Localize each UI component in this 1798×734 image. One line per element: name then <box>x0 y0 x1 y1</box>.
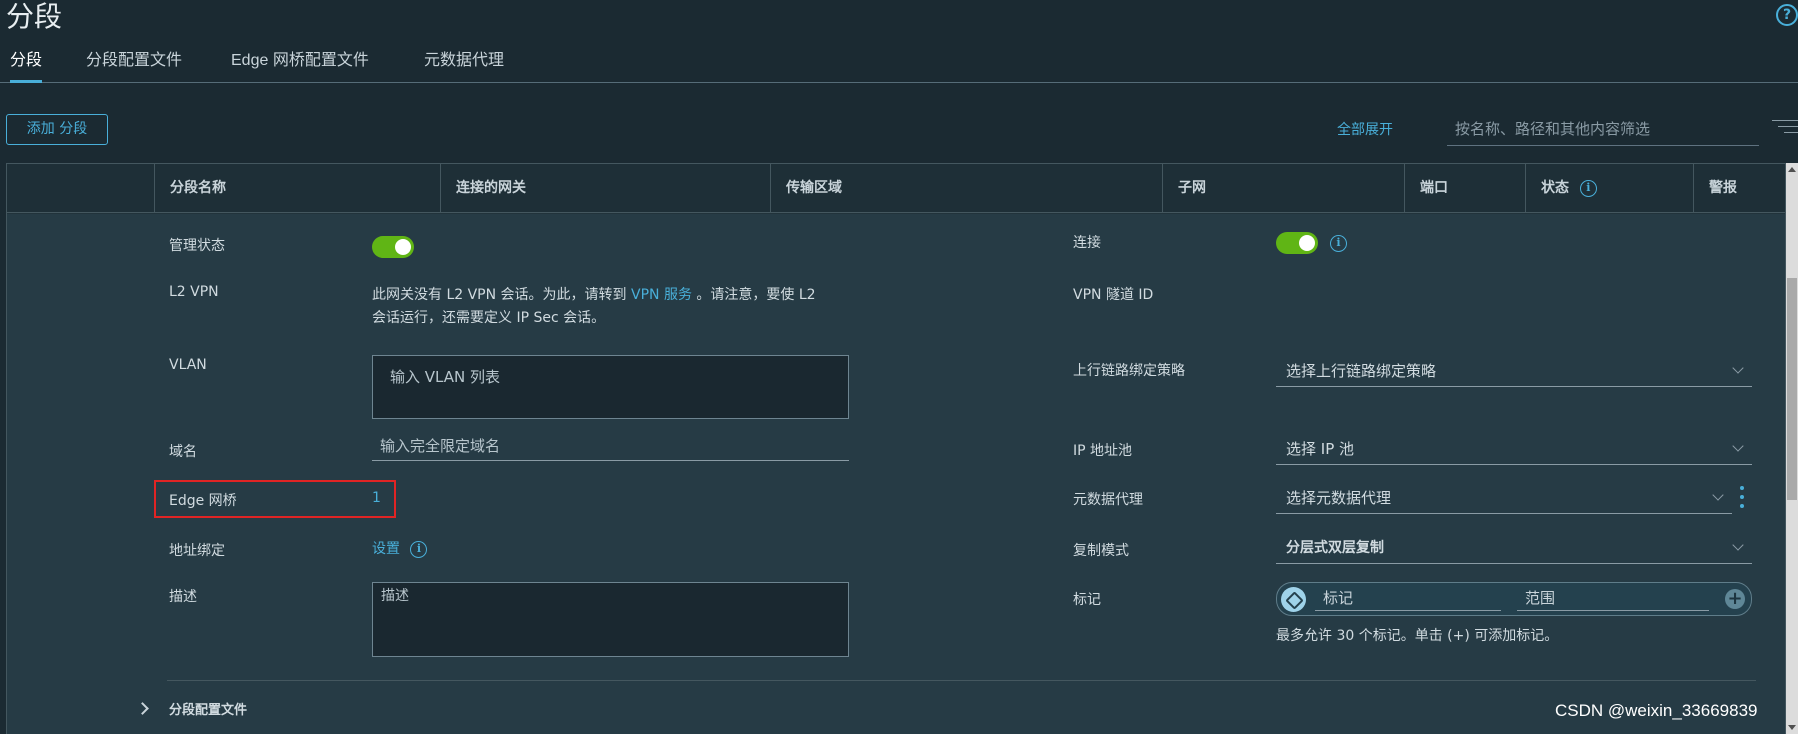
domain-name-input[interactable]: 输入完全限定域名 <box>372 431 849 461</box>
vertical-scrollbar[interactable] <box>1786 163 1798 734</box>
metadata-proxy-actions-icon[interactable] <box>1740 486 1746 512</box>
metadata-proxy-select[interactable]: 选择元数据代理 <box>1276 482 1732 514</box>
column-header-subnet[interactable]: 子网 <box>1162 164 1404 213</box>
admin-state-toggle[interactable] <box>372 236 414 258</box>
column-header-ports[interactable]: 端口 <box>1404 164 1525 213</box>
ip-pool-label: IP 地址池 <box>1073 443 1133 459</box>
segments-grid: 分段名称 连接的网关 传输区域 子网 端口 状态 i 警报 管理状态 L2 VP… <box>6 163 1786 734</box>
uplink-teaming-policy-value: 选择上行链路绑定策略 <box>1286 362 1437 380</box>
metadata-proxy-value: 选择元数据代理 <box>1286 489 1392 507</box>
edge-bridge-label: Edge 网桥 <box>169 493 237 509</box>
tags-hint: 最多允许 30 个标记。单击 (+) 可添加标记。 <box>1276 628 1559 644</box>
ip-pool-value: 选择 IP 池 <box>1286 440 1355 458</box>
column-header-segment-name[interactable]: 分段名称 <box>154 164 440 213</box>
l2vpn-text-line2: 会话运行，还需要定义 IP Sec 会话。 <box>372 310 606 326</box>
column-header-alarms[interactable]: 警报 <box>1693 164 1785 213</box>
divider <box>167 680 1756 681</box>
l2vpn-text-before: 此网关没有 L2 VPN 会话。为此，请转到 <box>372 287 627 303</box>
vlan-label: VLAN <box>169 357 207 373</box>
add-tag-icon[interactable]: + <box>1725 589 1745 609</box>
filter-icon[interactable] <box>1772 120 1798 140</box>
address-binding-settings: 设置 i <box>372 538 428 558</box>
tab-edge-bridge-profiles[interactable]: Edge 网桥配置文件 <box>231 50 369 83</box>
tab-metadata-proxy[interactable]: 元数据代理 <box>424 50 504 83</box>
connection-label: 连接 <box>1073 235 1101 251</box>
status-info-icon[interactable]: i <box>1579 179 1597 197</box>
column-header-connected-gateway[interactable]: 连接的网关 <box>440 164 770 213</box>
watermark: CSDN @weixin_33669839 <box>1555 701 1758 720</box>
vpn-tunnel-id-label: VPN 隧道 ID <box>1073 287 1154 303</box>
chevron-right-icon[interactable] <box>136 702 149 715</box>
uplink-teaming-policy-label: 上行链路绑定策略 <box>1073 363 1185 379</box>
tags-label: 标记 <box>1073 592 1101 608</box>
description-label: 描述 <box>169 589 197 605</box>
tag-icon <box>1281 587 1306 612</box>
page-title: 分段 <box>6 0 63 33</box>
scroll-down-arrow-icon[interactable] <box>1788 725 1796 730</box>
scope-input[interactable]: 范围 <box>1517 587 1709 611</box>
column-header-transport-zone[interactable]: 传输区域 <box>770 164 1162 213</box>
scrollbar-thumb[interactable] <box>1787 278 1797 500</box>
filter-input[interactable]: 按名称、路径和其他内容筛选 <box>1447 113 1759 146</box>
vpn-services-link[interactable]: VPN 服务 <box>631 287 692 303</box>
chevron-down-icon <box>1732 539 1744 551</box>
connection-info-icon[interactable]: i <box>1330 235 1347 252</box>
add-segment-button[interactable]: 添加 分段 <box>6 114 108 145</box>
help-icon[interactable]: ? <box>1776 4 1798 26</box>
vlan-input[interactable]: 输入 VLAN 列表 <box>372 355 849 419</box>
tab-bar: 分段 分段配置文件 Edge 网桥配置文件 元数据代理 <box>0 46 1798 83</box>
replication-mode-value: 分层式双层复制 <box>1286 540 1384 556</box>
description-input[interactable]: 描述 <box>372 582 849 657</box>
replication-mode-select[interactable]: 分层式双层复制 <box>1276 532 1752 564</box>
address-binding-settings-link[interactable]: 设置 <box>372 541 400 557</box>
column-header-status[interactable]: 状态 i <box>1525 164 1693 213</box>
l2vpn-label: L2 VPN <box>169 284 219 300</box>
replication-mode-label: 复制模式 <box>1073 543 1129 559</box>
grid-header: 分段名称 连接的网关 传输区域 子网 端口 状态 i 警报 <box>7 164 1785 213</box>
chevron-down-icon <box>1732 362 1744 374</box>
tag-input[interactable]: 标记 <box>1315 587 1501 611</box>
ip-pool-select[interactable]: 选择 IP 池 <box>1276 433 1752 465</box>
l2vpn-message: 此网关没有 L2 VPN 会话。为此，请转到 VPN 服务 。请注意，要使 L2… <box>372 284 816 330</box>
chevron-down-icon <box>1712 489 1724 501</box>
metadata-proxy-label: 元数据代理 <box>1073 492 1143 508</box>
address-binding-info-icon[interactable]: i <box>410 540 428 558</box>
scroll-up-arrow-icon[interactable] <box>1788 167 1796 172</box>
column-header-status-label: 状态 <box>1541 180 1569 196</box>
chevron-down-icon <box>1732 440 1744 452</box>
segment-detail-panel: 管理状态 L2 VPN 此网关没有 L2 VPN 会话。为此，请转到 VPN 服… <box>7 214 1785 734</box>
tab-segments[interactable]: 分段 <box>10 50 43 83</box>
tag-input-group: 标记 范围 + <box>1276 582 1752 616</box>
segment-profiles-section-label[interactable]: 分段配置文件 <box>169 699 247 718</box>
tab-segment-profiles[interactable]: 分段配置文件 <box>86 50 182 83</box>
domain-name-label: 域名 <box>169 444 197 460</box>
address-binding-label: 地址绑定 <box>169 543 225 559</box>
admin-state-label: 管理状态 <box>169 238 225 254</box>
l2vpn-text-after: 。请注意，要使 L2 <box>696 287 816 303</box>
edge-bridge-count-link[interactable]: 1 <box>372 490 381 506</box>
expand-all-link[interactable]: 全部展开 <box>1337 119 1393 139</box>
uplink-teaming-policy-select[interactable]: 选择上行链路绑定策略 <box>1276 355 1752 387</box>
connection-toggle[interactable] <box>1276 232 1318 254</box>
